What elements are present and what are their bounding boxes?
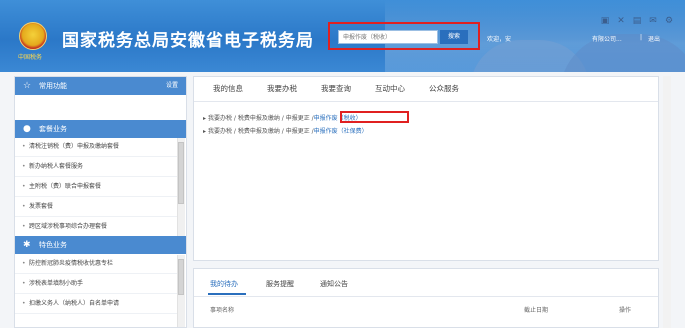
tab-notices[interactable]: 通知公告: [320, 279, 348, 289]
bullet-icon: •: [22, 163, 26, 170]
breadcrumb-path: 我要办税 / 税费申报及缴纳 / 申报更正 /: [208, 128, 314, 135]
sidebar-common-label: 常用功能: [39, 82, 67, 90]
search-highlight-box: [328, 22, 480, 50]
site-title: 国家税务总局安徽省电子税务局: [62, 31, 314, 51]
page-scrollbar[interactable]: [663, 76, 671, 328]
tab-my-todo[interactable]: 我的待办: [210, 279, 238, 289]
tab-public-service[interactable]: 公众服务: [429, 83, 459, 94]
column-header-action: 操作: [619, 307, 632, 314]
sidebar-item-label: 涉税表单填制小助手: [29, 280, 84, 287]
sidebar-item[interactable]: • 清税注销税（费）申报及缴纳套餐: [15, 138, 177, 157]
sidebar-common-header[interactable]: ☆ 常用功能 设置: [15, 77, 186, 95]
bullet-icon: •: [22, 260, 26, 267]
column-header-deadline: 截止日期: [524, 307, 549, 314]
mail-icon[interactable]: ✉: [648, 16, 658, 26]
tab-service-reminder[interactable]: 服务提醒: [266, 279, 294, 289]
sidebar-special-header[interactable]: ✱ 特色业务: [15, 236, 186, 254]
sidebar-item[interactable]: • 新办纳税人套餐服务: [15, 158, 177, 177]
sidebar-item[interactable]: • 扣缴义务人（纳税人）自名单申请: [15, 295, 177, 314]
settings-icon[interactable]: ⚙: [664, 16, 674, 26]
tab-tax-handling[interactable]: 我要办税: [267, 83, 297, 94]
star-icon: ✱: [23, 240, 31, 250]
sidebar-scrollbar[interactable]: [177, 138, 185, 236]
sidebar-item[interactable]: • 发票套餐: [15, 198, 177, 217]
scrollbar-thumb[interactable]: [178, 142, 184, 204]
bullet-icon: •: [22, 143, 26, 150]
sidebar-biz-label: 套餐业务: [39, 125, 67, 133]
package-icon: ●: [23, 124, 31, 134]
sidebar-item-label: 防控新冠肺炎疫情税收优惠专栏: [29, 260, 114, 267]
header-separator: |: [640, 34, 643, 41]
caret-right-icon: ▸: [203, 128, 207, 135]
bullet-icon: •: [22, 183, 26, 190]
shrink-icon[interactable]: ✕: [616, 16, 626, 26]
bullet-icon: •: [22, 300, 26, 307]
star-icon: ☆: [23, 81, 32, 91]
sidebar: ☆ 常用功能 设置 ● 套餐业务 • 清税注销税（费）申报及缴纳套餐 • 新办纳…: [14, 76, 187, 328]
sidebar-item[interactable]: • 涉税表单填制小助手: [15, 275, 177, 294]
tab-interaction[interactable]: 互动中心: [375, 83, 405, 94]
sidebar-biz-header[interactable]: ● 套餐业务: [15, 120, 186, 138]
bullet-icon: •: [22, 203, 26, 210]
bullet-icon: •: [22, 280, 26, 287]
scrollbar-thumb[interactable]: [178, 259, 184, 295]
caret-right-icon: ▸: [203, 115, 207, 122]
breadcrumb: ▸ 我要办税 / 税费申报及缴纳 / 申报更正 /申报作废（社保费）: [203, 126, 368, 135]
main-panel: 我的信息 我要办税 我要查询 互动中心 公众服务 ▸ 我要办税 / 税费申报及缴纳…: [193, 76, 659, 261]
site-header: 中国税务 国家税务总局安徽省电子税务局 申报作废（税收） 搜索 欢迎，安 有限公…: [0, 0, 685, 72]
tab-divider: [194, 296, 658, 297]
company-name: 有限公司...: [592, 36, 622, 43]
sidebar-item-label: 清税注销税（费）申报及缴纳套餐: [29, 143, 120, 150]
tab-query[interactable]: 我要查询: [321, 83, 351, 94]
breadcrumb-link[interactable]: 申报作废（社保费）: [314, 128, 368, 135]
sidebar-item-label: 跨区域涉税事项综合办理套餐: [29, 223, 108, 230]
sidebar-item-label: 发票套餐: [29, 203, 54, 210]
column-header-item: 事项名称: [210, 307, 235, 314]
sidebar-item[interactable]: • 跨区域涉税事项综合办理套餐: [15, 218, 177, 237]
tab-my-info[interactable]: 我的信息: [213, 83, 243, 94]
breadcrumb: ▸ 我要办税 / 税费申报及缴纳 / 申报更正 /申报作废（税收）: [203, 113, 362, 122]
breadcrumb-highlight-box: [340, 111, 409, 123]
breadcrumb-path: 我要办税 / 税费申报及缴纳 / 申报更正 /: [208, 115, 314, 122]
sidebar-scrollbar[interactable]: [177, 255, 185, 327]
welcome-text: 欢迎，安: [487, 36, 512, 43]
sidebar-special-label: 特色业务: [39, 241, 67, 249]
sidebar-item-label: 主附税（费）联合申报套餐: [29, 183, 102, 190]
sidebar-settings-link[interactable]: 设置: [166, 77, 178, 95]
grid-icon[interactable]: ▣: [600, 16, 610, 26]
sidebar-item[interactable]: • 主附税（费）联合申报套餐: [15, 178, 177, 197]
active-tab-underline: [208, 293, 246, 295]
emblem-caption: 中国税务: [18, 54, 43, 61]
sidebar-item[interactable]: • 防控新冠肺炎疫情税收优惠专栏: [15, 255, 177, 274]
sidebar-item-label: 扣缴义务人（纳税人）自名单申请: [29, 300, 120, 307]
tax-emblem-logo: [19, 22, 47, 50]
logout-link[interactable]: 退出: [648, 34, 660, 43]
todo-panel: 我的待办 服务提醒 通知公告 事项名称 截止日期 操作: [193, 268, 659, 328]
sidebar-item-label: 新办纳税人套餐服务: [29, 163, 84, 170]
calendar-icon[interactable]: ▤: [632, 16, 642, 26]
tab-divider: [194, 101, 658, 102]
bullet-icon: •: [22, 223, 26, 230]
